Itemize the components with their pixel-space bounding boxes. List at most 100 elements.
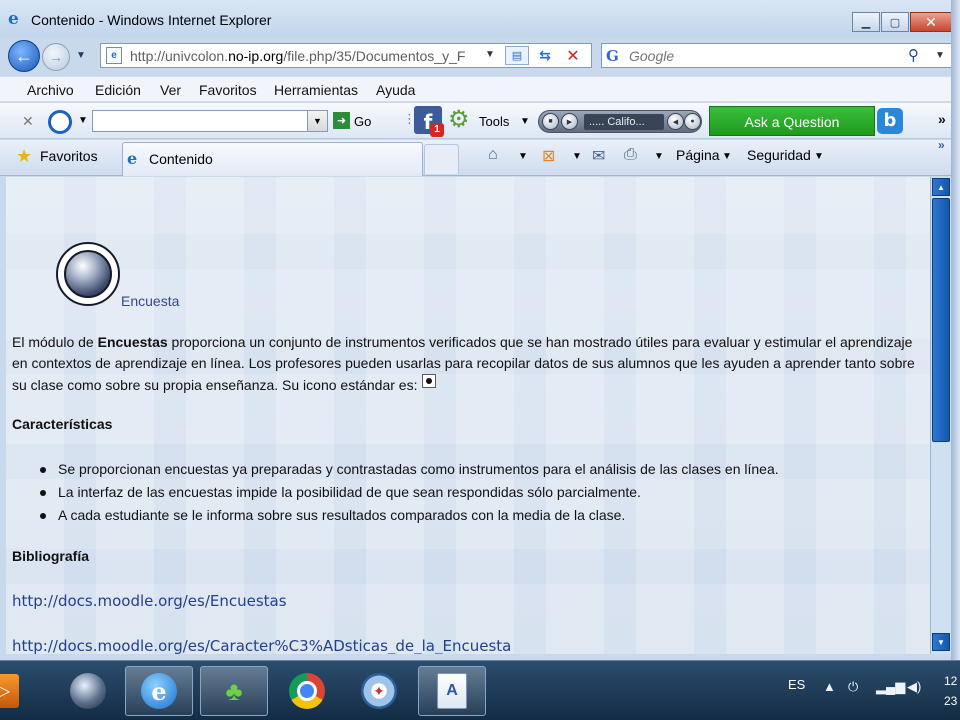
gear-icon[interactable]: ⚙ [448,108,470,132]
features-list: Se proporcionan encuestas ya preparadas … [40,458,918,527]
survey-module-icon-inner [64,250,112,298]
page-menu[interactable]: Página [676,147,720,163]
page-icon: e [106,47,122,64]
volume-tray-icon[interactable]: ◀) [907,679,921,695]
chrome-icon [289,673,325,709]
close-button[interactable]: ✕ [910,12,952,32]
clock[interactable]: 12 23 [944,671,960,711]
page-dropdown-icon[interactable]: ▼ [722,151,732,162]
bibliography-heading: Bibliografía [12,548,90,564]
go-button[interactable]: Go [354,114,371,129]
url-host: no-ip.org [228,48,284,64]
power-icon[interactable]: ⏻ [848,679,858,695]
menu-bar: Archivo Edición Ver Favoritos Herramient… [0,76,960,102]
scroll-up-icon[interactable]: ▲ [932,178,950,196]
survey-module-icon [56,242,120,306]
taskbar: ▷ e ♣ ✦ A [0,660,960,720]
radio-station-select[interactable]: ..... Califo... [584,114,664,130]
favorites-button[interactable]: Favoritos [40,148,98,164]
bing-icon[interactable]: b [877,108,903,134]
maximize-button[interactable]: ▢ [881,12,909,32]
menu-ayuda[interactable]: Ayuda [376,82,415,98]
address-url[interactable]: http://univcolon.no-ip.org/file.php/35/D… [130,48,482,64]
go-arrow-icon[interactable]: ➜ [333,112,350,129]
tab-label: Contenido [149,151,213,167]
stop-icon[interactable]: ✕ [561,46,585,65]
link-caracteristicas[interactable]: http://docs.moodle.org/es/Caracter%C3%AD… [12,637,511,654]
ie-icon: e [8,9,19,29]
browser-window: e Contenido - Windows Internet Explorer … [0,0,960,660]
search-input[interactable] [629,47,899,65]
compatibility-view-icon[interactable]: ▤ [505,46,529,65]
facebook-badge: 1 [430,123,444,137]
menu-ver[interactable]: Ver [160,82,181,98]
volume-up-icon[interactable]: ● [684,113,701,130]
refresh-icon[interactable]: ⇆ [533,46,557,65]
window-controls: ▁ ▢ ✕ [852,12,952,32]
toolbar-more-icon[interactable]: » [938,111,946,127]
menu-herramientas[interactable]: Herramientas [274,82,358,98]
home-dropdown-icon[interactable]: ▼ [518,151,528,162]
menu-favoritos[interactable]: Favoritos [199,82,257,98]
network-icon[interactable]: ▂▄▆ [876,679,905,695]
toolbar-logo-icon[interactable] [48,110,72,134]
page-content: Encuesta El módulo de Encuestas proporci… [6,177,930,654]
taskbar-chrome[interactable] [273,666,341,716]
module-title: Encuesta [121,293,180,309]
close-toolbar-icon[interactable]: ✕ [22,113,34,130]
back-button[interactable]: ← [8,40,40,72]
address-bar[interactable]: e http://univcolon.no-ip.org/file.php/35… [100,43,592,68]
favorites-star-icon[interactable]: ★ [16,147,32,165]
url-prefix: http://univcolon. [130,48,229,64]
tab-contenido[interactable]: e Contenido [122,142,423,176]
tools-dropdown-icon[interactable]: ▼ [520,116,530,127]
google-icon: G [606,47,619,65]
vertical-scrollbar[interactable]: ▲ ▼ [930,177,951,654]
taskbar-webcam[interactable] [54,666,122,716]
scroll-down-icon[interactable]: ▼ [932,633,950,651]
favorites-tab-row: ★ Favoritos e Contenido ⌂ ▼ ⊠ ▼ ✉ ⎙ ▼ Pá… [0,138,960,176]
security-dropdown-icon[interactable]: ▼ [814,151,824,162]
scroll-thumb[interactable] [932,198,950,442]
link-encuestas[interactable]: http://docs.moodle.org/es/Encuestas [12,592,287,610]
volume-icon[interactable]: ◀ [667,113,684,130]
security-menu[interactable]: Seguridad [747,147,811,163]
print-dropdown-icon[interactable]: ▼ [654,151,664,162]
menu-archivo[interactable]: Archivo [27,82,74,98]
minimize-button[interactable]: ▁ [852,12,880,32]
combo-dropdown-icon[interactable]: ▼ [307,111,327,131]
toolbar-logo-dropdown-icon[interactable]: ▼ [78,115,88,126]
features-heading: Características [12,416,113,432]
stop-radio-icon[interactable]: ■ [542,113,559,130]
internet-explorer-icon: e [141,673,177,709]
new-tab-button[interactable] [424,144,459,174]
window-frame-right [951,0,960,660]
window-title: Contenido - Windows Internet Explorer [31,12,272,28]
list-item: La interfaz de las encuestas impide la p… [40,481,918,504]
tab-ie-icon: e [127,149,138,168]
taskbar-ie[interactable]: e [125,666,193,716]
search-dropdown-icon[interactable]: ▼ [935,50,945,61]
mail-icon[interactable]: ✉ [592,146,605,166]
show-hidden-icons-icon[interactable]: ▲ [823,679,836,694]
taskbar-document[interactable]: A [418,666,486,716]
toolbar-search-combo[interactable]: ▼ [92,110,328,132]
history-dropdown-icon[interactable]: ▼ [76,50,86,61]
taskbar-vlc[interactable]: ▷ [0,666,38,716]
taskbar-safari[interactable]: ✦ [345,666,413,716]
forward-button[interactable]: → [42,43,70,71]
rss-dropdown-icon[interactable]: ▼ [572,151,582,162]
language-indicator[interactable]: ES [788,677,805,692]
address-dropdown-icon[interactable]: ▼ [485,49,495,60]
menu-edicion[interactable]: Edición [95,82,141,98]
messenger-icon: ♣ [225,675,243,706]
home-icon[interactable]: ⌂ [488,146,498,164]
rss-icon[interactable]: ⊠ [542,146,555,166]
play-radio-icon[interactable]: ▶ [561,113,578,130]
print-icon[interactable]: ⎙ [624,146,637,164]
ask-question-button[interactable]: Ask a Question [709,106,875,136]
tools-button[interactable]: Tools [479,114,509,129]
search-icon[interactable]: ⚲ [908,46,919,64]
taskbar-messenger[interactable]: ♣ [200,666,268,716]
command-bar-more-icon[interactable]: » [938,138,945,152]
